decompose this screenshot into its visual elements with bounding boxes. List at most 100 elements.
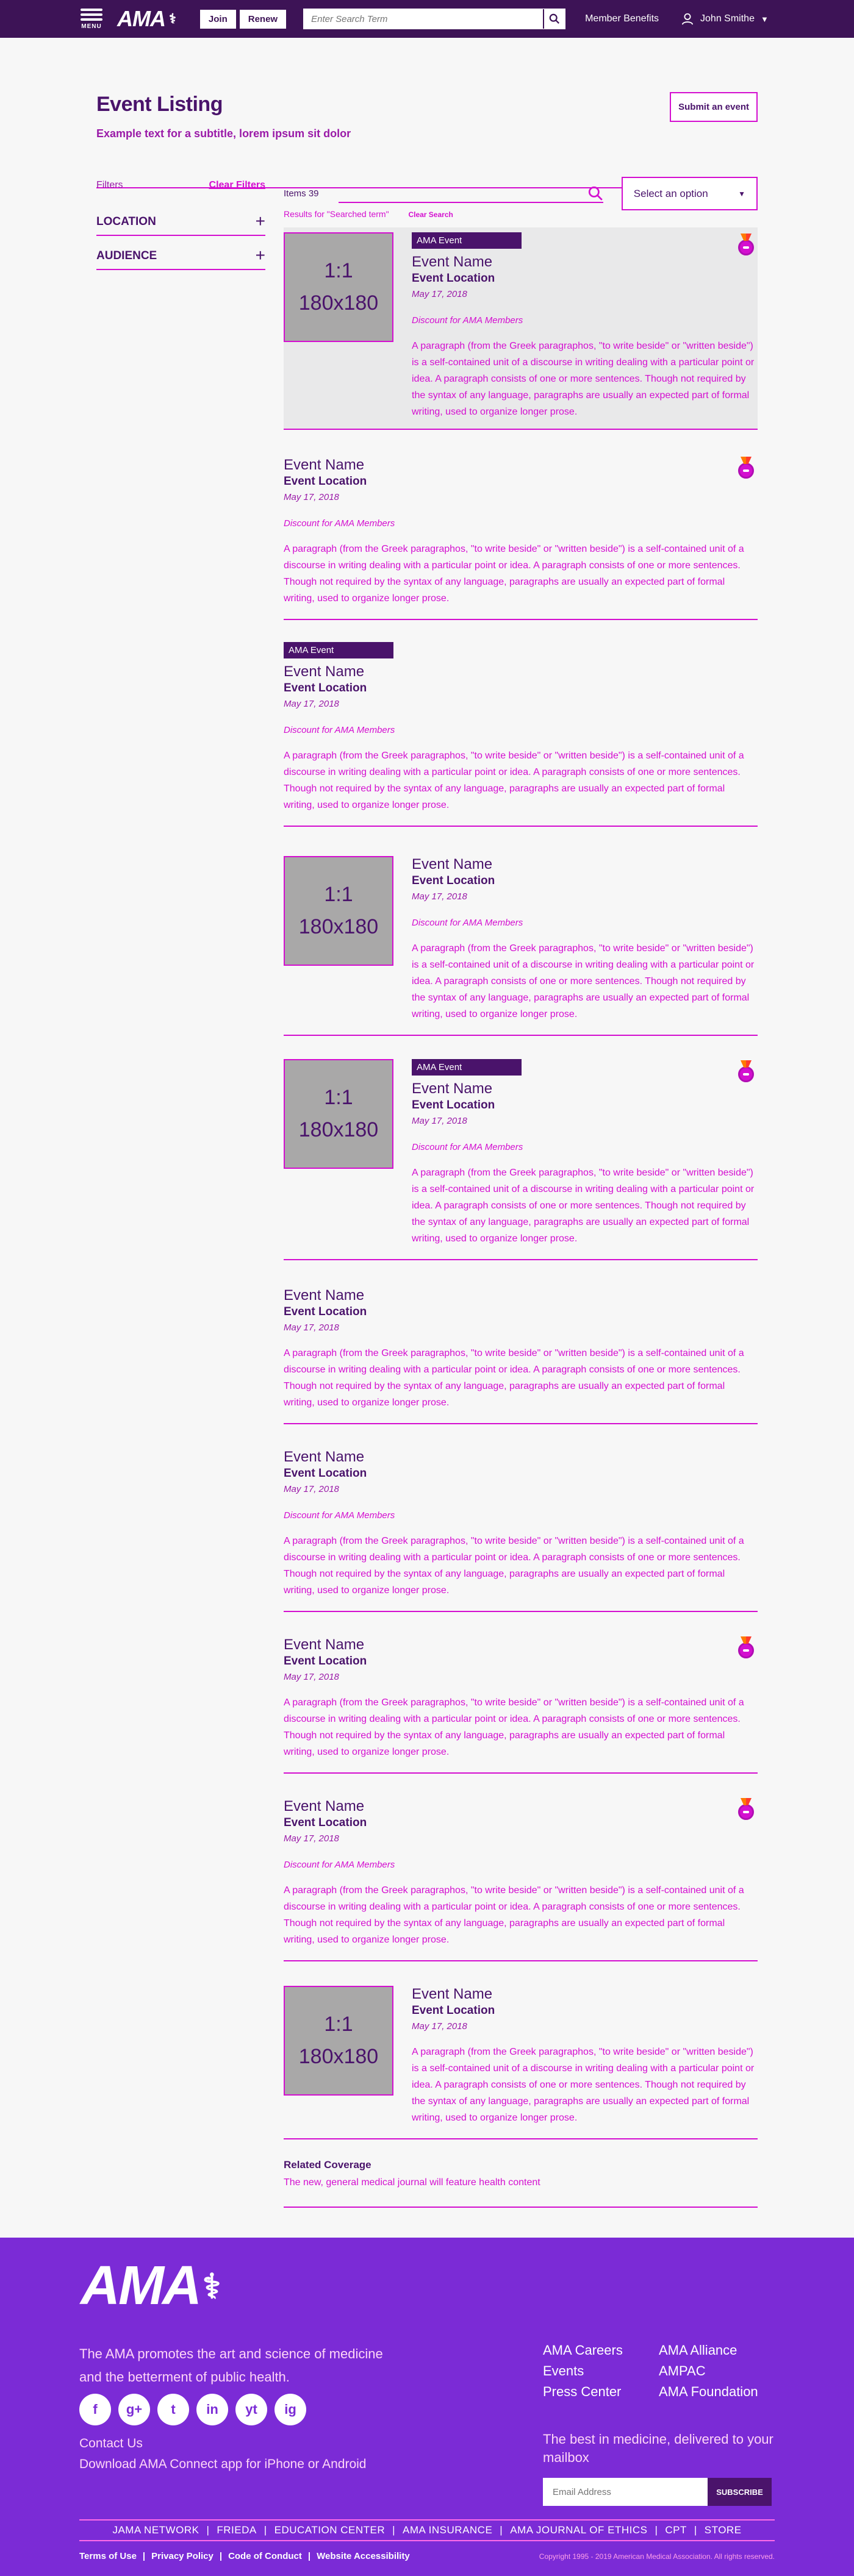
event-name[interactable]: Event Name (284, 457, 758, 474)
footer-link[interactable]: Events (543, 2363, 659, 2379)
sort-select[interactable]: Select an option ▼ (621, 177, 758, 210)
event-card[interactable]: Event Name Event Location May 17, 2018 D… (284, 1449, 758, 1612)
google-plus-icon[interactable]: g+ (118, 2394, 150, 2425)
event-card[interactable]: 1:1 180x180 AMA Event Event Name Event Lo… (284, 227, 758, 430)
clear-search-link[interactable]: Clear Search (408, 210, 453, 219)
clear-filters-link[interactable]: Clear Filters (209, 180, 265, 191)
event-name[interactable]: Event Name (284, 663, 758, 680)
event-name[interactable]: Event Name (412, 254, 758, 271)
event-body: AMA Event Event Name Event Location May … (412, 1059, 758, 1247)
download-app-link[interactable]: Download AMA Connect app for iPhone or A… (79, 2457, 366, 2472)
results-search-input[interactable] (338, 185, 603, 203)
renew-button[interactable]: Renew (239, 9, 287, 29)
terms-link[interactable]: Terms of Use (79, 2551, 137, 2561)
event-card[interactable]: Event Name Event Location May 17, 2018 A… (284, 1636, 758, 1774)
footer-nav-item[interactable]: STORE (705, 2524, 742, 2536)
footer-nav-item[interactable]: AMA INSURANCE (403, 2524, 492, 2536)
subscribe-button[interactable]: SUBSCRIBE (708, 2478, 772, 2506)
event-card[interactable]: Event Name Event Location May 17, 2018 D… (284, 457, 758, 620)
contact-us-link[interactable]: Contact Us (79, 2436, 143, 2451)
staff-of-aesculapius-icon: ⚕ (168, 11, 176, 26)
footer-nav-item[interactable]: CPT (665, 2524, 687, 2536)
submit-event-button[interactable]: Submit an event (670, 92, 758, 122)
event-card[interactable]: AMA Event Event Name Event Location May … (284, 642, 758, 827)
facet-audience[interactable]: AUDIENCE + (96, 246, 265, 270)
event-body: Event Name Event Location May 17, 2018 A… (284, 1636, 758, 1760)
search-icon (549, 13, 560, 24)
related-title: Related Coverage (284, 2159, 371, 2171)
event-body: Event Name Event Location May 17, 2018 D… (284, 1798, 758, 1948)
footer-nav-item[interactable]: EDUCATION CENTER (274, 2524, 385, 2536)
event-date: May 17, 2018 (284, 1672, 339, 1682)
event-name[interactable]: Event Name (284, 1287, 758, 1304)
staff-of-aesculapius-icon: ⚕ (202, 2266, 221, 2305)
member-benefits-link[interactable]: Member Benefits (585, 13, 659, 24)
related-link[interactable]: The new, general medical journal will fe… (284, 2177, 758, 2188)
join-button[interactable]: Join (199, 9, 236, 29)
event-description: A paragraph (from the Greek paragraphos,… (284, 1697, 744, 1757)
code-of-conduct-link[interactable]: Code of Conduct (228, 2551, 302, 2561)
event-card-inner: 1:1 180x180 Event Name Event Location May… (284, 1986, 758, 2126)
footer-link[interactable]: AMA Careers (543, 2342, 659, 2358)
filters-label: Filters (96, 180, 123, 190)
event-date: May 17, 2018 (412, 891, 467, 902)
footer-link[interactable]: AMPAC (659, 2363, 775, 2379)
event-card[interactable]: 1:1 180x180 Event Name Event Location May… (284, 856, 758, 1036)
user-icon (681, 13, 694, 25)
separator: | (655, 2524, 658, 2536)
hamburger-icon-bar (81, 18, 102, 21)
event-name[interactable]: Event Name (284, 1449, 758, 1466)
event-card[interactable]: Event Name Event Location May 17, 2018 A… (284, 1287, 758, 1424)
event-location: Event Location (284, 682, 367, 694)
facebook-icon[interactable]: f (79, 2394, 111, 2425)
footer-link[interactable]: AMA Alliance (659, 2342, 775, 2358)
footer-logo[interactable]: AMA ⚕ (81, 2255, 221, 2317)
event-discount: Discount for AMA Members (284, 1860, 395, 1870)
separator: | (264, 2524, 267, 2536)
event-location: Event Location (412, 272, 495, 285)
footer-link[interactable]: Press Center (543, 2384, 659, 2400)
event-card[interactable]: Event Name Event Location May 17, 2018 D… (284, 1798, 758, 1961)
user-menu[interactable]: John Smithe ▼ (681, 12, 769, 26)
footer-link[interactable]: AMA Foundation (659, 2384, 775, 2400)
facet-label: AUDIENCE (96, 249, 157, 262)
filters-sidebar: Filters Clear Filters LOCATION + AUDIENC… (96, 177, 265, 2255)
youtube-icon[interactable]: yt (235, 2394, 267, 2425)
event-name[interactable]: Event Name (412, 856, 758, 873)
search-input[interactable] (304, 9, 544, 29)
email-field[interactable] (543, 2478, 708, 2506)
accessibility-link[interactable]: Website Accessibility (317, 2551, 410, 2561)
hamburger-icon (81, 8, 102, 11)
instagram-icon[interactable]: ig (274, 2394, 306, 2425)
event-name[interactable]: Event Name (284, 1798, 758, 1815)
facet-label: LOCATION (96, 215, 156, 228)
facet-location[interactable]: LOCATION + (96, 213, 265, 236)
twitter-icon[interactable]: t (157, 2394, 189, 2425)
menu-button[interactable]: MENU (79, 8, 104, 30)
event-thumbnail: 1:1 180x180 (284, 1059, 393, 1169)
event-card[interactable]: 1:1 180x180 Event Name Event Location May… (284, 1986, 758, 2139)
top-navigation-bar: MENU AMA⚕ Join Renew Member Benefits Joh… (0, 0, 854, 38)
page-subtitle: Example text for a subtitle, lorem ipsum… (96, 127, 351, 140)
thumb-size: 180x180 (298, 915, 379, 938)
event-name[interactable]: Event Name (284, 1636, 758, 1654)
footer-bottom: Terms of Use | Privacy Policy | Code of Co… (79, 2551, 775, 2561)
event-name[interactable]: Event Name (412, 1986, 758, 2003)
linkedin-icon[interactable]: in (196, 2394, 228, 2425)
content-layout: Filters Clear Filters LOCATION + AUDIENC… (0, 177, 854, 2258)
footer-nav-item[interactable]: JAMA NETWORK (112, 2524, 199, 2536)
footer-nav-item[interactable]: FRIEDA (217, 2524, 256, 2536)
plus-icon: + (255, 246, 265, 265)
footer-tagline: The AMA promotes the art and science of … (79, 2346, 383, 2385)
event-date: May 17, 2018 (412, 289, 467, 299)
event-name[interactable]: Event Name (412, 1080, 758, 1097)
footer-logo-text: AMA (81, 2255, 202, 2316)
event-card[interactable]: 1:1 180x180 AMA Event Event Name Event Lo… (284, 1059, 758, 1260)
ama-logo[interactable]: AMA ⚕ (117, 6, 176, 32)
search-button[interactable] (543, 9, 565, 29)
event-discount: Discount for AMA Members (412, 315, 523, 326)
footer-nav-item[interactable]: AMA JOURNAL OF ETHICS (510, 2524, 647, 2536)
privacy-link[interactable]: Privacy Policy (151, 2551, 214, 2561)
search-icon[interactable] (587, 185, 603, 201)
award-medal-icon (738, 234, 754, 258)
